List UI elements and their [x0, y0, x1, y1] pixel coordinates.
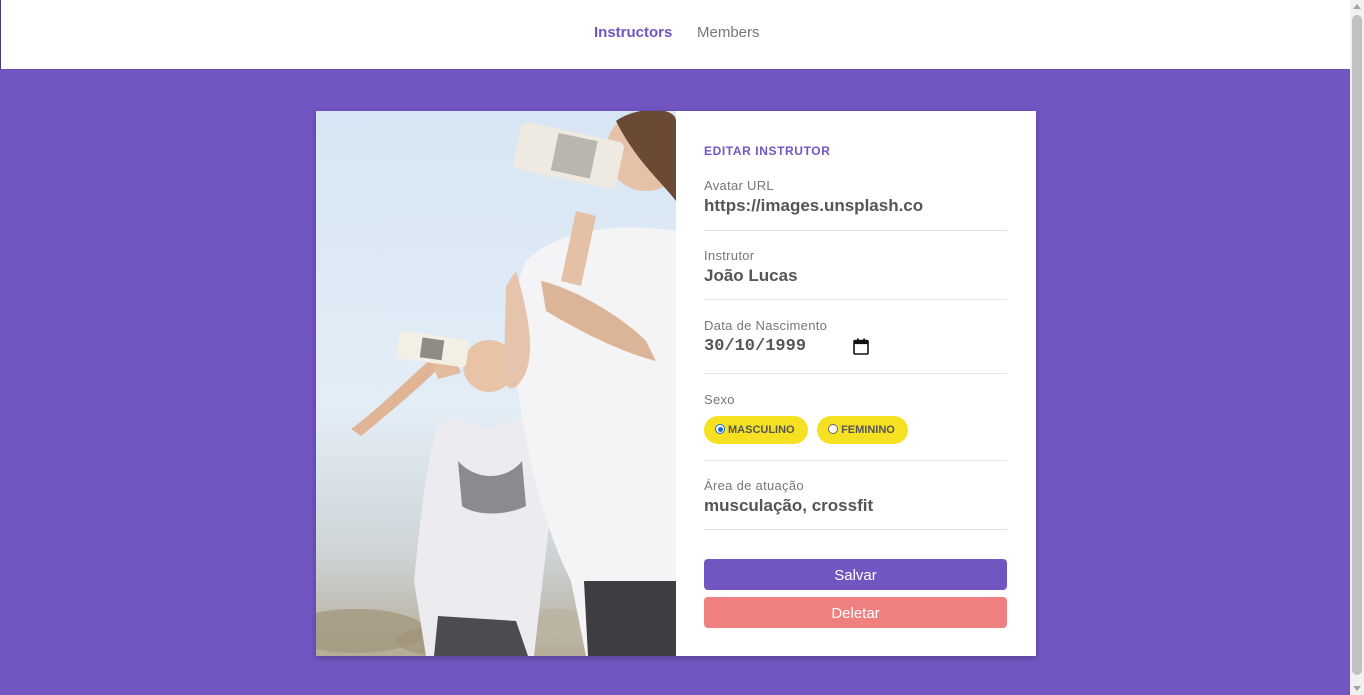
scroll-down-arrow-icon[interactable] [1353, 686, 1361, 691]
delete-button[interactable]: Deletar [704, 597, 1007, 628]
work-area-label: Área de atuação [704, 478, 804, 493]
instructor-name-label: Instrutor [704, 248, 755, 263]
scroll-up-arrow-icon[interactable] [1353, 4, 1361, 9]
top-navbar: Instructors Members [0, 0, 1350, 70]
gender-radio-group: MASCULINO FEMININO [704, 416, 1007, 444]
gender-option-masculino-label: MASCULINO [728, 424, 795, 436]
gender-field: Sexo MASCULINO FEMININO [704, 392, 1007, 461]
form-title: EDITAR INSTRUTOR [704, 144, 831, 158]
birth-date-value[interactable]: 30/10/1999 [704, 337, 806, 356]
instructor-name-input[interactable] [704, 266, 924, 286]
instructor-name-field: Instrutor [704, 248, 1007, 300]
scrollbar-thumb[interactable] [1352, 15, 1362, 675]
birth-date-field: Data de Nascimento 30/10/1999 [704, 318, 1007, 374]
radio-checked-icon[interactable] [715, 424, 725, 434]
gender-option-feminino-label: FEMININO [841, 424, 895, 436]
avatar-url-input[interactable] [704, 196, 924, 216]
work-area-field: Área de atuação [704, 478, 1007, 530]
avatar-url-field: Avatar URL [704, 178, 1007, 231]
radio-unchecked-icon[interactable] [828, 424, 839, 434]
nav-link-members[interactable]: Members [697, 24, 760, 41]
calendar-icon[interactable] [853, 338, 869, 360]
gender-label: Sexo [704, 392, 735, 407]
avatar-url-label: Avatar URL [704, 178, 774, 193]
work-area-input[interactable] [704, 496, 924, 516]
birth-date-input[interactable]: 30/10/1999 [704, 337, 1007, 363]
gender-option-masculino[interactable]: MASCULINO [704, 416, 808, 444]
nav-link-instructors[interactable]: Instructors [594, 24, 672, 41]
save-button[interactable]: Salvar [704, 559, 1007, 590]
instructor-edit-card: EDITAR INSTRUTOR Avatar URL Instrutor Da… [316, 111, 1036, 656]
gender-option-feminino[interactable]: FEMININO [817, 416, 908, 444]
vertical-scrollbar[interactable] [1350, 0, 1364, 695]
instructor-avatar-image [316, 111, 676, 656]
birth-date-label: Data de Nascimento [704, 318, 828, 333]
